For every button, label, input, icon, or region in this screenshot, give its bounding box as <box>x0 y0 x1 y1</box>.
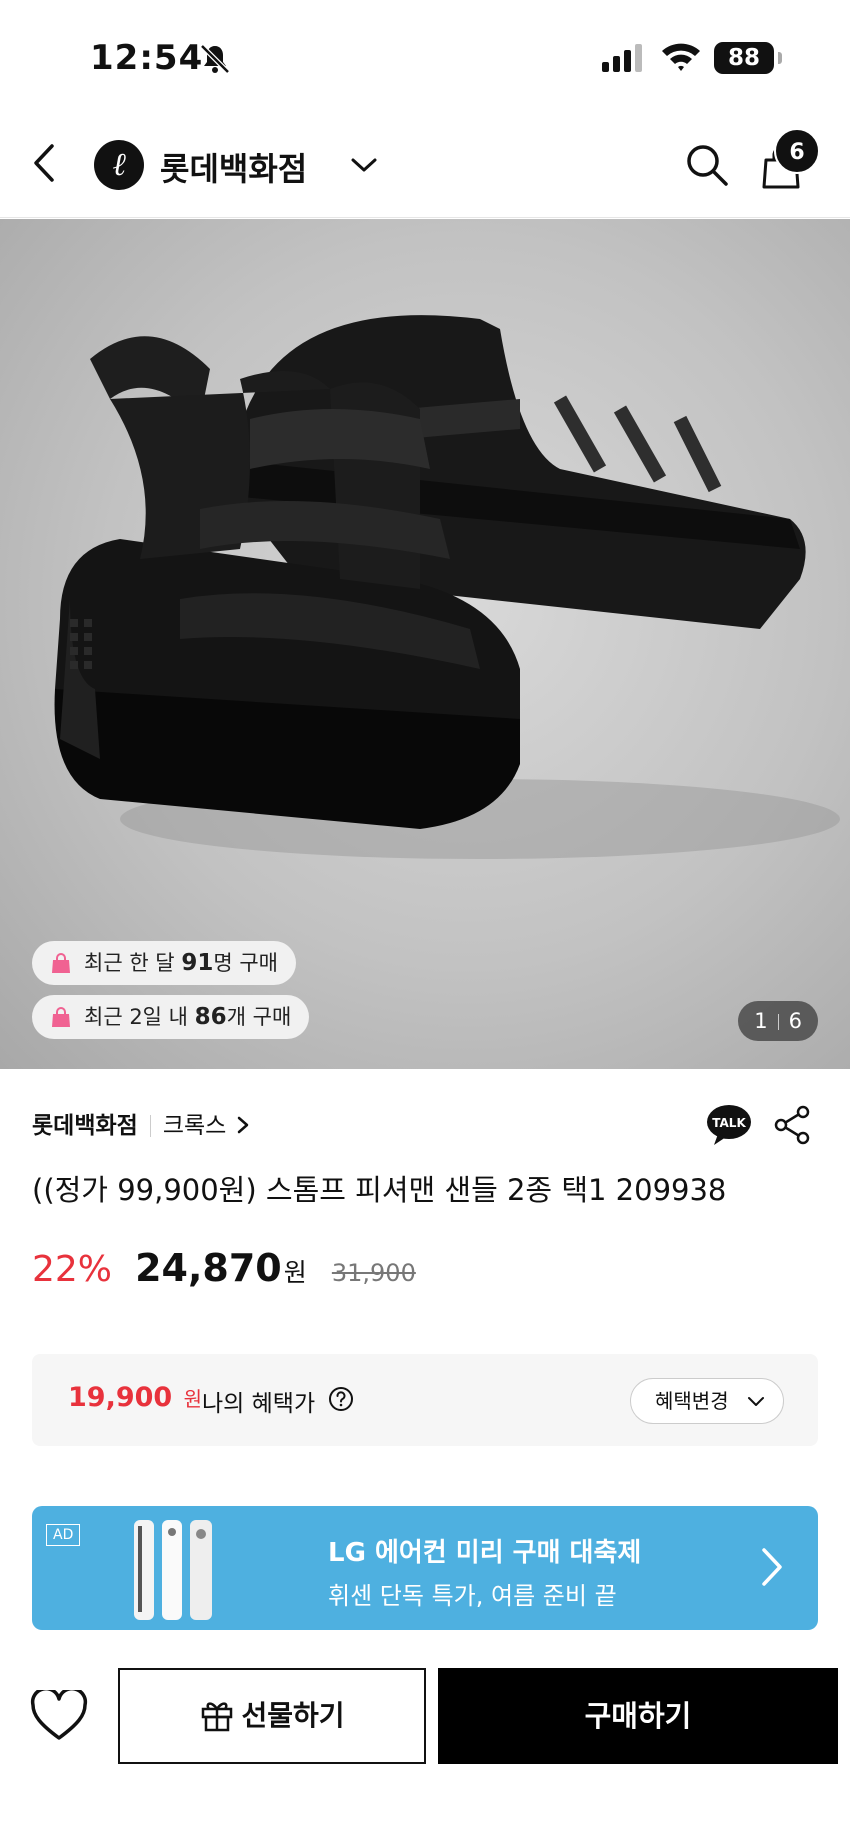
signal-icon <box>602 44 642 72</box>
status-bar: 12:54 88 <box>0 0 850 110</box>
image-page-counter: 16 <box>738 1001 818 1041</box>
buy-button[interactable]: 구매하기 <box>438 1668 838 1764</box>
battery-indicator: 88 <box>714 42 782 74</box>
top-nav: ℓ 롯데백화점 6 <box>0 110 850 218</box>
pill-prefix: 최근 한 달 <box>84 951 182 975</box>
brand-link[interactable]: 크록스 <box>163 1113 226 1139</box>
pill-count: 86 <box>194 1004 227 1030</box>
product-title: ((정가 99,900원) 스톰프 피셔맨 샌들 2종 택1 209938 <box>32 1173 727 1207</box>
recent-month-purchase-pill: 최근 한 달 91명 구매 <box>32 941 296 985</box>
ad-banner[interactable]: AD LG 에어컨 미리 구매 대축제 휘센 단독 특가, 여름 준비 끝 <box>32 1506 818 1630</box>
product-image[interactable]: 최근 한 달 91명 구매 최근 2일 내 86개 구매 16 <box>0 219 850 1069</box>
chevron-down-icon <box>748 1397 764 1406</box>
ad-title: LG 에어컨 미리 구매 대축제 <box>328 1538 642 1568</box>
status-time: 12:54 <box>90 38 204 78</box>
cart-count-badge: 6 <box>774 128 820 174</box>
store-link[interactable]: 롯데백화점 <box>32 1113 138 1139</box>
benefit-label: 나의 혜택가 <box>202 1391 316 1417</box>
seller-breadcrumb: 롯데백화점 크록스 <box>32 1108 250 1144</box>
original-price: 31,900 <box>331 1259 416 1287</box>
back-icon[interactable] <box>28 140 62 186</box>
benefit-price-box: 19,900 원 나의 혜택가 혜택변경 <box>32 1354 818 1446</box>
shopping-bag-icon <box>52 1007 70 1027</box>
chevron-right-icon <box>762 1548 782 1586</box>
air-conditioner-image <box>134 1520 212 1620</box>
kakao-talk-icon[interactable]: TALK <box>706 1104 752 1146</box>
gift-icon <box>202 1702 233 1732</box>
pill-suffix: 개 구매 <box>226 1005 292 1029</box>
shopping-bag-icon <box>52 953 70 973</box>
lotte-logo-icon[interactable]: ℓ <box>94 140 144 190</box>
talk-label: TALK <box>712 1116 746 1130</box>
pill-count: 91 <box>181 950 214 976</box>
heart-icon[interactable] <box>30 1690 88 1742</box>
benefit-price-value: 19,900 <box>68 1382 173 1413</box>
sale-price: 24,870 <box>135 1246 282 1290</box>
search-icon[interactable] <box>684 142 730 188</box>
help-icon[interactable] <box>328 1386 354 1412</box>
recent-days-purchase-pill: 최근 2일 내 86개 구매 <box>32 995 310 1039</box>
benefit-price: 19,900 원 <box>68 1382 202 1413</box>
ad-tag: AD <box>46 1524 81 1546</box>
chevron-down-icon[interactable] <box>350 154 378 176</box>
page-current: 1 <box>754 1009 768 1033</box>
wifi-icon <box>662 43 700 71</box>
benefit-currency: 원 <box>183 1387 203 1411</box>
page-total: 6 <box>788 1009 802 1033</box>
gift-button[interactable]: 선물하기 <box>118 1668 426 1764</box>
ad-subtitle: 휘센 단독 특가, 여름 준비 끝 <box>328 1582 617 1610</box>
store-name[interactable]: 롯데백화점 <box>160 144 307 190</box>
chevron-right-icon[interactable] <box>236 1115 250 1135</box>
pill-suffix: 명 구매 <box>213 951 278 975</box>
price-row: 22% 24,870원 31,900 <box>32 1246 416 1296</box>
benefit-change-button[interactable]: 혜택변경 <box>630 1378 784 1424</box>
discount-rate: 22% <box>32 1249 113 1290</box>
share-icon[interactable] <box>772 1104 812 1146</box>
bell-muted-icon <box>200 44 230 74</box>
benefit-change-label: 혜택변경 <box>655 1389 729 1413</box>
pill-prefix: 최근 2일 내 <box>84 1005 195 1029</box>
price-currency: 원 <box>283 1258 307 1287</box>
gift-label: 선물하기 <box>241 1699 345 1732</box>
